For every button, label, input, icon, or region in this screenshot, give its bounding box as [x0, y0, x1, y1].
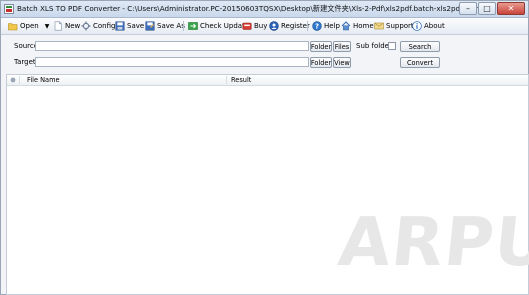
new-file-icon [54, 21, 62, 31]
save-as-button-label: Save As [157, 22, 185, 30]
column-divider[interactable] [226, 76, 227, 84]
source-files-button[interactable]: Files [333, 41, 351, 52]
buy-button-label: Buy [254, 22, 268, 30]
target-label: Target [14, 58, 36, 66]
config-tools-icon [81, 21, 91, 31]
title-bar[interactable]: Batch XLS TO PDF Converter - C:\Users\Ad… [1, 1, 528, 18]
column-header-result[interactable]: Result [231, 76, 251, 84]
help-button[interactable]: ? Help [312, 20, 340, 32]
save-disk-icon [115, 21, 125, 31]
open-folder-icon [8, 23, 18, 31]
svg-text:?: ? [315, 23, 319, 31]
about-info-icon [412, 21, 422, 31]
open-button-label: Open [20, 22, 39, 30]
home-icon [341, 21, 351, 31]
save-button[interactable]: Save [115, 20, 144, 32]
source-folder-button[interactable]: Folder [310, 41, 332, 52]
update-icon [188, 22, 198, 30]
watermark-logo: ARPUN [334, 203, 529, 281]
register-button-label: Register [281, 22, 310, 30]
new-button-label: New [65, 22, 81, 30]
toolbar-separator [307, 21, 308, 31]
open-button[interactable]: Open ▼ [8, 20, 49, 32]
register-button[interactable]: Register [269, 20, 310, 32]
support-button[interactable]: Support [374, 20, 414, 32]
source-input[interactable] [35, 41, 309, 51]
support-button-label: Support [386, 22, 414, 30]
search-button[interactable]: Search [400, 41, 440, 52]
config-button[interactable]: Config [81, 20, 115, 32]
config-button-label: Config [93, 22, 116, 30]
close-button[interactable]: ✕ [497, 2, 525, 15]
table-header: File Name Result [7, 75, 528, 86]
register-user-icon [269, 21, 279, 31]
new-button[interactable]: New [53, 20, 80, 32]
dropdown-arrow-icon[interactable]: ▼ [45, 23, 50, 30]
about-button[interactable]: About [412, 20, 445, 32]
maximize-button[interactable]: □ [478, 2, 496, 15]
toolbar-separator [183, 21, 184, 31]
minimize-button[interactable]: – [459, 2, 477, 15]
window-title: Batch XLS TO PDF Converter - C:\Users\Ad… [17, 4, 510, 13]
save-button-label: Save [127, 22, 145, 30]
target-folder-button[interactable]: Folder [310, 57, 332, 68]
app-window: Batch XLS TO PDF Converter - C:\Users\Ad… [0, 0, 529, 295]
target-view-button[interactable]: View [333, 57, 351, 68]
about-button-label: About [424, 22, 445, 30]
save-as-button[interactable]: Save As [145, 20, 185, 32]
column-divider [19, 76, 20, 84]
buy-cart-icon [242, 22, 252, 30]
home-button-label: Home [353, 22, 374, 30]
target-input[interactable] [35, 57, 309, 67]
support-mail-icon [374, 22, 384, 30]
column-header-file-name[interactable]: File Name [27, 76, 60, 84]
save-as-disk-icon [145, 21, 155, 31]
app-icon [4, 4, 14, 14]
status-column-icon [10, 77, 16, 83]
convert-button[interactable]: Convert [400, 57, 440, 68]
toolbar: Open ▼ New Config Save Save As Check Upd… [1, 18, 528, 35]
check-update-button[interactable]: Check Update [188, 20, 249, 32]
help-icon: ? [312, 21, 322, 31]
home-button[interactable]: Home [341, 20, 374, 32]
subfolders-checkbox[interactable] [388, 42, 396, 50]
help-button-label: Help [324, 22, 340, 30]
buy-button[interactable]: Buy [242, 20, 267, 32]
window-controls: – □ ✕ [458, 2, 525, 15]
